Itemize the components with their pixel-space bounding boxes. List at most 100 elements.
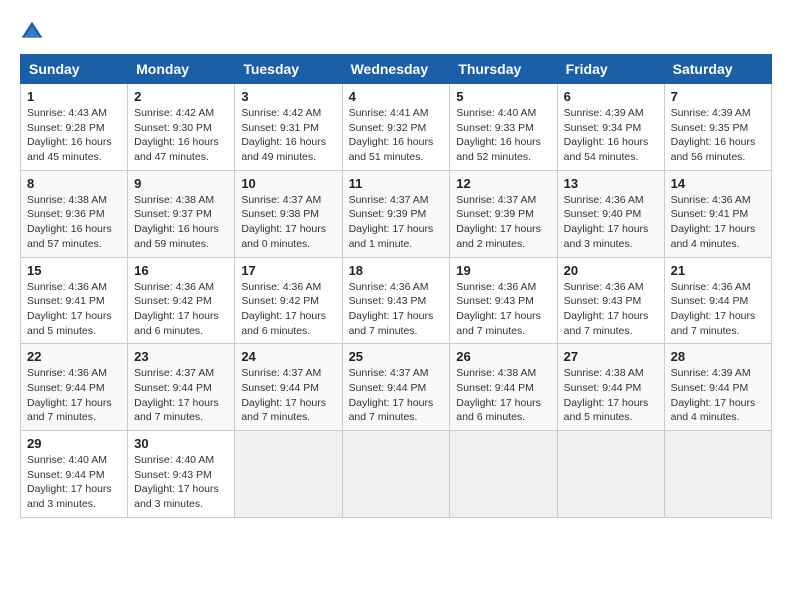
calendar-cell: 6Sunrise: 4:39 AMSunset: 9:34 PMDaylight… — [557, 84, 664, 171]
day-number: 24 — [241, 349, 335, 364]
day-info: Sunrise: 4:40 AMSunset: 9:43 PMDaylight:… — [134, 453, 228, 512]
calendar-cell: 1 Sunrise: 4:43 AMSunset: 9:28 PMDaylight… — [21, 84, 128, 171]
calendar-week-2: 8 Sunrise: 4:38 AMSunset: 9:36 PMDaylight… — [21, 170, 772, 257]
calendar-cell: 29 Sunrise: 4:40 AMSunset: 9:44 PMDayligh… — [21, 431, 128, 518]
calendar-cell: 7 Sunrise: 4:39 AMSunset: 9:35 PMDaylight… — [664, 84, 771, 171]
day-info: Sunrise: 4:36 AMSunset: 9:40 PMDaylight:… — [564, 193, 658, 252]
calendar-cell: 23 Sunrise: 4:37 AMSunset: 9:44 PMDayligh… — [128, 344, 235, 431]
calendar-header-thursday: Thursday — [450, 55, 557, 84]
day-info: Sunrise: 4:40 AMSunset: 9:44 PMDaylight:… — [27, 453, 121, 512]
day-number: 23 — [134, 349, 228, 364]
day-number: 10 — [241, 176, 335, 191]
calendar-cell: 10 Sunrise: 4:37 AMSunset: 9:38 PMDayligh… — [235, 170, 342, 257]
calendar-cell: 9Sunrise: 4:38 AMSunset: 9:37 PMDaylight… — [128, 170, 235, 257]
calendar-cell: 5Sunrise: 4:40 AMSunset: 9:33 PMDaylight… — [450, 84, 557, 171]
calendar-cell: 3 Sunrise: 4:42 AMSunset: 9:31 PMDaylight… — [235, 84, 342, 171]
day-info: Sunrise: 4:36 AMSunset: 9:42 PMDaylight:… — [241, 280, 335, 339]
calendar-cell: 13 Sunrise: 4:36 AMSunset: 9:40 PMDayligh… — [557, 170, 664, 257]
day-number: 11 — [349, 176, 444, 191]
header — [20, 20, 772, 44]
calendar-week-1: 1 Sunrise: 4:43 AMSunset: 9:28 PMDaylight… — [21, 84, 772, 171]
day-number: 15 — [27, 263, 121, 278]
day-number: 4 — [349, 89, 444, 104]
calendar-cell: 28Sunrise: 4:39 AMSunset: 9:44 PMDayligh… — [664, 344, 771, 431]
calendar-cell: 17 Sunrise: 4:36 AMSunset: 9:42 PMDayligh… — [235, 257, 342, 344]
calendar-header-friday: Friday — [557, 55, 664, 84]
calendar-cell: 18 Sunrise: 4:36 AMSunset: 9:43 PMDayligh… — [342, 257, 450, 344]
day-info: Sunrise: 4:36 AMSunset: 9:43 PMDaylight:… — [349, 280, 444, 339]
day-number: 16 — [134, 263, 228, 278]
calendar-week-3: 15 Sunrise: 4:36 AMSunset: 9:41 PMDayligh… — [21, 257, 772, 344]
calendar-table: SundayMondayTuesdayWednesdayThursdayFrid… — [20, 54, 772, 518]
day-info: Sunrise: 4:37 AMSunset: 9:44 PMDaylight:… — [349, 366, 444, 425]
day-info: Sunrise: 4:38 AMSunset: 9:44 PMDaylight:… — [564, 366, 658, 425]
day-info: Sunrise: 4:36 AMSunset: 9:44 PMDaylight:… — [671, 280, 765, 339]
day-info: Sunrise: 4:36 AMSunset: 9:41 PMDaylight:… — [671, 193, 765, 252]
calendar-cell: 24 Sunrise: 4:37 AMSunset: 9:44 PMDayligh… — [235, 344, 342, 431]
day-number: 5 — [456, 89, 550, 104]
day-number: 30 — [134, 436, 228, 451]
day-info: Sunrise: 4:37 AMSunset: 9:44 PMDaylight:… — [134, 366, 228, 425]
day-number: 7 — [671, 89, 765, 104]
calendar-header-wednesday: Wednesday — [342, 55, 450, 84]
day-number: 3 — [241, 89, 335, 104]
calendar-cell: 26 Sunrise: 4:38 AMSunset: 9:44 PMDayligh… — [450, 344, 557, 431]
day-info: Sunrise: 4:39 AMSunset: 9:35 PMDaylight:… — [671, 106, 765, 165]
calendar-cell: 2 Sunrise: 4:42 AMSunset: 9:30 PMDaylight… — [128, 84, 235, 171]
calendar-cell: 21 Sunrise: 4:36 AMSunset: 9:44 PMDayligh… — [664, 257, 771, 344]
day-info: Sunrise: 4:37 AMSunset: 9:44 PMDaylight:… — [241, 366, 335, 425]
calendar-cell — [557, 431, 664, 518]
day-info: Sunrise: 4:42 AMSunset: 9:30 PMDaylight:… — [134, 106, 228, 165]
calendar-cell: 16Sunrise: 4:36 AMSunset: 9:42 PMDayligh… — [128, 257, 235, 344]
calendar-cell: 27 Sunrise: 4:38 AMSunset: 9:44 PMDayligh… — [557, 344, 664, 431]
generalblue-icon — [20, 20, 44, 44]
calendar-cell: 25Sunrise: 4:37 AMSunset: 9:44 PMDayligh… — [342, 344, 450, 431]
calendar-header-row: SundayMondayTuesdayWednesdayThursdayFrid… — [21, 55, 772, 84]
day-number: 9 — [134, 176, 228, 191]
day-info: Sunrise: 4:38 AMSunset: 9:36 PMDaylight:… — [27, 193, 121, 252]
day-info: Sunrise: 4:37 AMSunset: 9:38 PMDaylight:… — [241, 193, 335, 252]
day-number: 14 — [671, 176, 765, 191]
day-number: 8 — [27, 176, 121, 191]
day-number: 27 — [564, 349, 658, 364]
calendar-cell: 4 Sunrise: 4:41 AMSunset: 9:32 PMDaylight… — [342, 84, 450, 171]
day-info: Sunrise: 4:38 AMSunset: 9:44 PMDaylight:… — [456, 366, 550, 425]
calendar-header-sunday: Sunday — [21, 55, 128, 84]
day-info: Sunrise: 4:36 AMSunset: 9:43 PMDaylight:… — [456, 280, 550, 339]
day-number: 19 — [456, 263, 550, 278]
calendar-header-saturday: Saturday — [664, 55, 771, 84]
day-info: Sunrise: 4:36 AMSunset: 9:44 PMDaylight:… — [27, 366, 121, 425]
calendar-body: 1 Sunrise: 4:43 AMSunset: 9:28 PMDaylight… — [21, 84, 772, 518]
calendar-header-monday: Monday — [128, 55, 235, 84]
day-number: 2 — [134, 89, 228, 104]
day-number: 29 — [27, 436, 121, 451]
calendar-header-tuesday: Tuesday — [235, 55, 342, 84]
day-info: Sunrise: 4:41 AMSunset: 9:32 PMDaylight:… — [349, 106, 444, 165]
day-info: Sunrise: 4:42 AMSunset: 9:31 PMDaylight:… — [241, 106, 335, 165]
day-number: 22 — [27, 349, 121, 364]
day-info: Sunrise: 4:36 AMSunset: 9:43 PMDaylight:… — [564, 280, 658, 339]
day-number: 18 — [349, 263, 444, 278]
day-number: 13 — [564, 176, 658, 191]
day-number: 21 — [671, 263, 765, 278]
day-number: 17 — [241, 263, 335, 278]
day-number: 1 — [27, 89, 121, 104]
day-info: Sunrise: 4:43 AMSunset: 9:28 PMDaylight:… — [27, 106, 121, 165]
calendar-week-4: 22 Sunrise: 4:36 AMSunset: 9:44 PMDayligh… — [21, 344, 772, 431]
calendar-cell: 20 Sunrise: 4:36 AMSunset: 9:43 PMDayligh… — [557, 257, 664, 344]
day-info: Sunrise: 4:37 AMSunset: 9:39 PMDaylight:… — [349, 193, 444, 252]
calendar-cell: 11 Sunrise: 4:37 AMSunset: 9:39 PMDayligh… — [342, 170, 450, 257]
day-info: Sunrise: 4:36 AMSunset: 9:41 PMDaylight:… — [27, 280, 121, 339]
calendar-cell: 8 Sunrise: 4:38 AMSunset: 9:36 PMDaylight… — [21, 170, 128, 257]
calendar-cell — [235, 431, 342, 518]
day-info: Sunrise: 4:37 AMSunset: 9:39 PMDaylight:… — [456, 193, 550, 252]
calendar-cell: 12 Sunrise: 4:37 AMSunset: 9:39 PMDayligh… — [450, 170, 557, 257]
day-number: 12 — [456, 176, 550, 191]
calendar-cell: 15 Sunrise: 4:36 AMSunset: 9:41 PMDayligh… — [21, 257, 128, 344]
calendar-cell — [450, 431, 557, 518]
calendar-cell: 19 Sunrise: 4:36 AMSunset: 9:43 PMDayligh… — [450, 257, 557, 344]
calendar-cell — [664, 431, 771, 518]
calendar-cell — [342, 431, 450, 518]
day-number: 26 — [456, 349, 550, 364]
day-number: 20 — [564, 263, 658, 278]
